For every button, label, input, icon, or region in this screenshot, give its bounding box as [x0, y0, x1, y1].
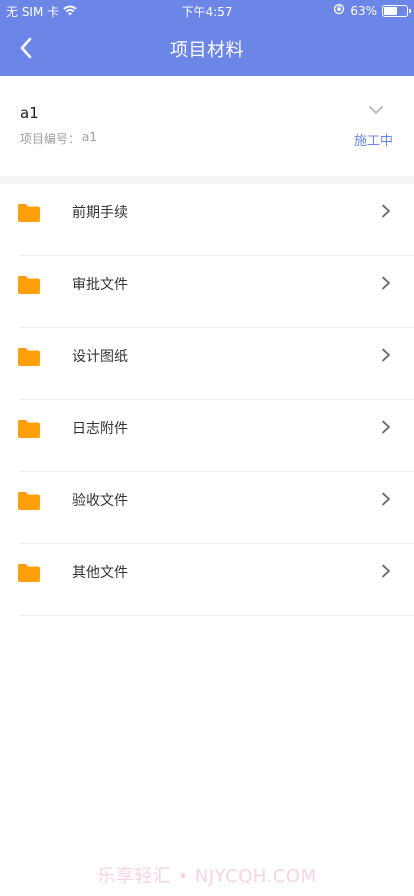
- status-right: 63%: [333, 3, 411, 18]
- chevron-right-icon: [382, 564, 390, 578]
- folder-item-acceptance[interactable]: 验收文件: [0, 472, 414, 544]
- row-divider: [20, 615, 414, 616]
- watermark: 乐享轻汇 • NJYCQH.COM: [97, 866, 317, 887]
- chevron-right-icon: [382, 492, 390, 506]
- folder-label: 日志附件: [72, 421, 128, 437]
- project-code-value: a1: [82, 130, 98, 144]
- battery-percent: 63%: [350, 3, 377, 18]
- folder-item-log-attachments[interactable]: 日志附件: [0, 400, 414, 472]
- project-code-label: 项目编号：: [20, 132, 81, 146]
- folder-label: 其他文件: [72, 565, 128, 581]
- folder-item-approval[interactable]: 审批文件: [0, 256, 414, 328]
- folder-list: 前期手续 审批文件 设计图纸 日志附件 验收文件 其他文件: [0, 184, 414, 616]
- battery-fill: [384, 6, 398, 15]
- project-name: a1: [20, 104, 39, 122]
- chevron-right-icon: [382, 420, 390, 434]
- project-code-row: 项目编号： a1: [20, 130, 97, 147]
- folder-label: 设计图纸: [72, 349, 128, 365]
- folder-label: 审批文件: [72, 277, 128, 293]
- chevron-down-icon: [369, 106, 383, 114]
- folder-item-other[interactable]: 其他文件: [0, 544, 414, 616]
- chevron-right-icon: [382, 276, 390, 290]
- folder-label: 前期手续: [72, 205, 128, 221]
- folder-item-drawings[interactable]: 设计图纸: [0, 328, 414, 400]
- status-bar: 无 SIM 卡 下午4:57 63%: [0, 0, 414, 22]
- folder-icon: [18, 420, 40, 438]
- folder-icon: [18, 564, 40, 582]
- folder-icon: [18, 276, 40, 294]
- chevron-right-icon: [382, 204, 390, 218]
- folder-icon: [18, 348, 40, 366]
- folder-icon: [18, 492, 40, 510]
- folder-item-preliminary[interactable]: 前期手续: [0, 184, 414, 256]
- battery-icon: [382, 4, 411, 17]
- nav-bar: 项目材料: [0, 22, 414, 76]
- top-bar: 无 SIM 卡 下午4:57 63% 项目材料: [0, 0, 414, 76]
- orientation-lock-icon: [333, 3, 345, 18]
- status-badge: 施工中: [353, 134, 393, 149]
- folder-label: 验收文件: [72, 493, 128, 509]
- project-dropdown-toggle[interactable]: [366, 100, 386, 120]
- page-title: 项目材料: [170, 40, 244, 61]
- folder-icon: [18, 204, 40, 222]
- chevron-right-icon: [382, 348, 390, 362]
- section-divider: [0, 176, 414, 184]
- project-card: a1 项目编号： a1 施工中: [0, 76, 414, 176]
